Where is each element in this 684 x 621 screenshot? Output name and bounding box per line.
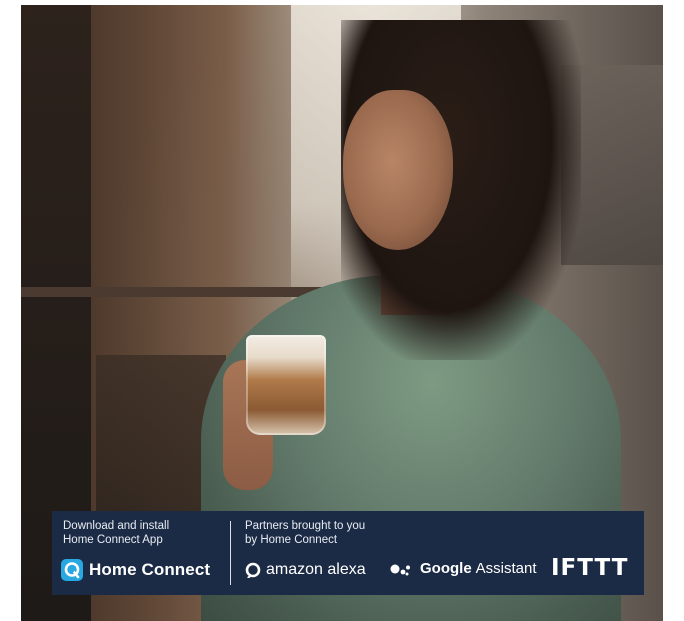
background-shelf [21, 287, 341, 297]
partner-banner: Download and install Home Connect App Pa… [52, 511, 644, 595]
download-app-line2: Home Connect App [63, 534, 163, 546]
ifttt-label: IFTTT [551, 555, 629, 581]
banner-divider [230, 521, 231, 585]
assistant-label: Assistant [475, 560, 537, 577]
google-label: Google [420, 560, 472, 577]
alexa-ring-icon [245, 562, 261, 578]
google-assistant-dots-icon [390, 564, 410, 575]
download-app-line1: Download and install [63, 520, 170, 532]
google-assistant-logo[interactable]: Google Assistant [390, 560, 537, 577]
amazon-alexa-logo[interactable]: amazon alexa [245, 561, 366, 579]
home-connect-logo[interactable]: Home Connect [61, 559, 210, 581]
amazon-alexa-label: amazon alexa [266, 561, 366, 578]
home-connect-icon [61, 559, 83, 581]
partners-text: Partners brought to you by Home Connect [245, 519, 445, 547]
partners-line1: Partners brought to you [245, 520, 366, 532]
partners-line2: by Home Connect [245, 534, 338, 546]
download-app-text: Download and install Home Connect App [63, 519, 223, 547]
woman-face [343, 90, 453, 250]
home-connect-label: Home Connect [89, 560, 211, 579]
ifttt-logo[interactable]: IFTTT [551, 555, 628, 581]
coffee-cup [246, 335, 326, 435]
